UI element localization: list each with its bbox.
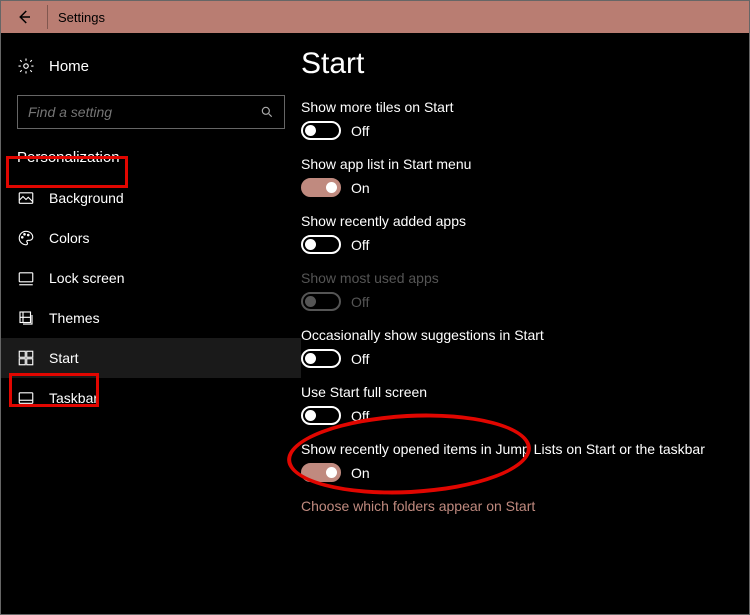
sidebar: Home Personalization Background Colors (1, 33, 301, 614)
setting-label: Use Start full screen (301, 384, 729, 400)
titlebar-divider (47, 5, 48, 29)
page-title: Start (301, 47, 729, 81)
setting-label: Show recently opened items in Jump Lists… (301, 441, 729, 457)
sidebar-item-colors[interactable]: Colors (1, 218, 301, 258)
setting-label: Show more tiles on Start (301, 99, 729, 115)
setting-full-screen: Use Start full screen Off (301, 384, 729, 425)
sidebar-home[interactable]: Home (1, 43, 301, 89)
sidebar-item-label: Lock screen (49, 270, 124, 286)
toggle-state: Off (351, 408, 369, 424)
toggle-state: Off (351, 237, 369, 253)
choose-folders-link[interactable]: Choose which folders appear on Start (301, 498, 729, 514)
sidebar-item-label: Start (49, 350, 79, 366)
titlebar: Settings (1, 1, 749, 33)
search-icon (260, 105, 274, 119)
sidebar-category: Personalization (1, 143, 301, 172)
toggle-recently-added[interactable] (301, 235, 341, 254)
taskbar-icon (17, 389, 35, 407)
setting-label: Show recently added apps (301, 213, 729, 229)
search-input[interactable] (28, 104, 260, 120)
setting-label: Show most used apps (301, 270, 729, 286)
sidebar-item-start[interactable]: Start (1, 338, 301, 378)
content: Start Show more tiles on Start Off Show … (301, 33, 749, 614)
window-title: Settings (54, 10, 105, 25)
toggle-state: Off (351, 351, 369, 367)
sidebar-home-label: Home (49, 58, 89, 75)
themes-icon (17, 309, 35, 327)
image-icon (17, 189, 35, 207)
sidebar-item-taskbar[interactable]: Taskbar (1, 378, 301, 418)
toggle-show-app-list[interactable] (301, 178, 341, 197)
start-icon (17, 349, 35, 367)
toggle-full-screen[interactable] (301, 406, 341, 425)
back-button[interactable] (7, 1, 41, 33)
gear-icon (17, 57, 35, 75)
lockscreen-icon (17, 269, 35, 287)
toggle-show-more-tiles[interactable] (301, 121, 341, 140)
sidebar-item-label: Themes (49, 310, 100, 326)
setting-jump-lists: Show recently opened items in Jump Lists… (301, 441, 729, 482)
palette-icon (17, 229, 35, 247)
back-arrow-icon (15, 8, 33, 26)
sidebar-item-label: Background (49, 190, 124, 206)
setting-most-used: Show most used apps Off (301, 270, 729, 311)
sidebar-item-themes[interactable]: Themes (1, 298, 301, 338)
toggle-state: On (351, 465, 370, 481)
toggle-state: On (351, 180, 370, 196)
setting-label: Occasionally show suggestions in Start (301, 327, 729, 343)
sidebar-item-lockscreen[interactable]: Lock screen (1, 258, 301, 298)
setting-recently-added: Show recently added apps Off (301, 213, 729, 254)
setting-show-more-tiles: Show more tiles on Start Off (301, 99, 729, 140)
setting-show-app-list: Show app list in Start menu On (301, 156, 729, 197)
setting-label: Show app list in Start menu (301, 156, 729, 172)
search-box[interactable] (17, 95, 285, 129)
sidebar-item-label: Taskbar (49, 390, 98, 406)
toggle-state: Off (351, 294, 369, 310)
toggle-state: Off (351, 123, 369, 139)
toggle-suggestions[interactable] (301, 349, 341, 368)
setting-suggestions: Occasionally show suggestions in Start O… (301, 327, 729, 368)
sidebar-item-background[interactable]: Background (1, 178, 301, 218)
sidebar-item-label: Colors (49, 230, 89, 246)
toggle-jump-lists[interactable] (301, 463, 341, 482)
toggle-most-used (301, 292, 341, 311)
